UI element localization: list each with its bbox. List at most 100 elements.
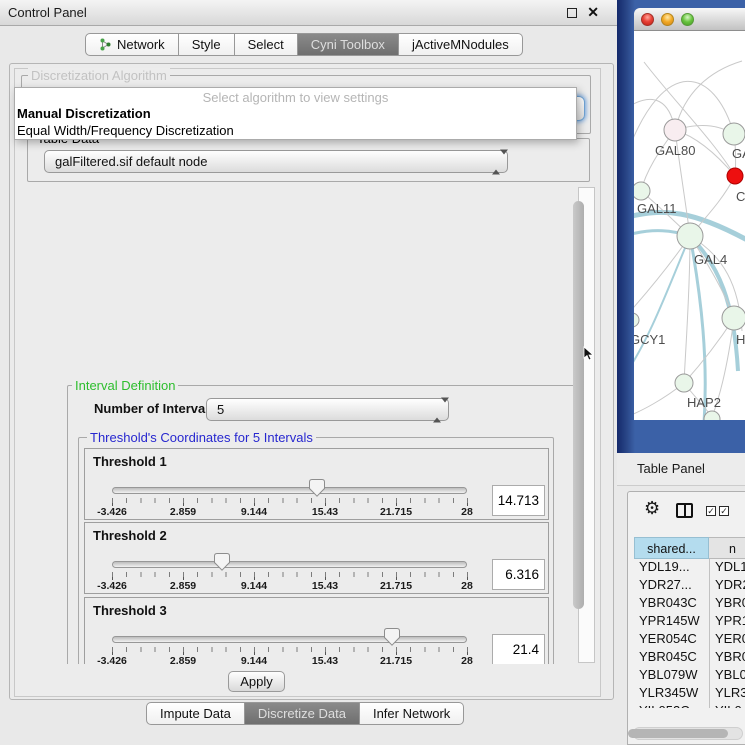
cell-name: YLR3 <box>709 685 745 700</box>
tab-style[interactable]: Style <box>179 33 235 56</box>
network-node-hap2[interactable] <box>675 374 693 392</box>
scale-label: 15.43 <box>312 580 338 592</box>
tab-select[interactable]: Select <box>235 33 298 56</box>
cell-name: YIL0 <box>709 703 742 708</box>
cyni-bottom-tabbar: Impute Data Discretize Data Infer Networ… <box>146 702 464 725</box>
slider-thumb[interactable] <box>384 628 400 646</box>
slider-track[interactable] <box>112 561 467 568</box>
network-node-gal80[interactable] <box>664 119 686 141</box>
network-node-gal11[interactable] <box>634 182 650 200</box>
split-table-icon[interactable] <box>676 503 693 518</box>
network-node-gal4[interactable] <box>677 223 703 249</box>
close-icon[interactable]: ✕ <box>587 4 599 21</box>
tab-cyni-toolbox[interactable]: Cyni Toolbox <box>298 33 399 56</box>
threshold-2-slider[interactable]: -3.426 2.859 9.144 15.43 21.715 28 <box>112 553 467 595</box>
number-of-intervals-combobox[interactable]: 5 <box>206 398 449 421</box>
table-row[interactable]: YDL19...YDL1 <box>634 559 745 577</box>
scrollbar-thumb[interactable] <box>628 729 728 738</box>
network-window-frame: GAL80 GA CY GAL11 GAL4 GCY1 HA HAP2 <box>617 0 745 453</box>
table-panel-title: Table Panel <box>637 453 705 485</box>
node-label-gal11: GAL11 <box>637 201 677 216</box>
table-row[interactable]: YBR043CYBR0 <box>634 595 745 613</box>
scale-label: 9.144 <box>241 655 267 664</box>
threshold-3-panel: Threshold 3 -3.426 2.859 9.144 15.43 21.… <box>84 597 549 664</box>
table-row[interactable]: YLR345WYLR3 <box>634 685 745 703</box>
scale-label: 15.43 <box>312 655 338 664</box>
dropdown-option-equal-width[interactable]: Equal Width/Frequency Discretization <box>15 122 576 139</box>
cell-shared-name: YDR27... <box>634 577 709 592</box>
tab-impute-data[interactable]: Impute Data <box>146 702 245 725</box>
network-node-selected-red[interactable] <box>727 168 743 184</box>
mac-close-button[interactable] <box>641 13 654 26</box>
table-row[interactable]: YPR145WYPR1 <box>634 613 745 631</box>
slider-thumb[interactable] <box>309 479 325 497</box>
scale-label: 21.715 <box>380 580 412 592</box>
slider-track[interactable] <box>112 636 467 643</box>
apply-button[interactable]: Apply <box>228 671 285 692</box>
threshold-2-panel: Threshold 2 -3.426 2.859 9.144 15.43 21.… <box>84 522 549 594</box>
node-label-partial-cy: CY <box>736 189 745 204</box>
cell-shared-name: YIL052C <box>634 703 709 708</box>
dropdown-option-manual[interactable]: Manual Discretization <box>15 105 576 122</box>
stepper-arrows-icon <box>492 154 500 169</box>
cell-name: YBL0 <box>709 667 745 682</box>
scale-label: 28 <box>461 580 473 592</box>
mac-zoom-button[interactable] <box>681 13 694 26</box>
slider-ticks <box>112 647 468 655</box>
tab-jactivemnodules[interactable]: jActiveMNodules <box>399 33 523 56</box>
settings-vertical-scrollbar[interactable] <box>578 187 595 663</box>
threshold-value-field[interactable]: 14.713 <box>492 485 545 516</box>
scale-label: 28 <box>461 655 473 664</box>
network-node-partial-bottom[interactable] <box>704 411 720 420</box>
scale-label: 21.715 <box>380 655 412 664</box>
scale-label: 2.859 <box>170 506 196 518</box>
tab-infer-network[interactable]: Infer Network <box>360 702 464 725</box>
settings-scroll-area: Interval Definition Number of Intervals … <box>21 186 577 664</box>
slider-track[interactable] <box>112 487 467 494</box>
network-node-partial-ga[interactable] <box>723 123 745 145</box>
table-horizontal-scrollbar[interactable] <box>633 727 743 740</box>
table-row[interactable]: YBL079WYBL0 <box>634 667 745 685</box>
scale-label: 2.859 <box>170 580 196 592</box>
tab-label: Infer Network <box>373 703 450 724</box>
cell-shared-name: YDL19... <box>634 559 709 574</box>
float-window-icon[interactable] <box>567 8 577 18</box>
network-window-titlebar[interactable] <box>634 8 745 31</box>
control-panel-tabbar: Network Style Select Cyni Toolbox jActiv… <box>85 33 523 56</box>
tab-discretize-data[interactable]: Discretize Data <box>245 702 360 725</box>
scale-label: 2.859 <box>170 655 196 664</box>
tab-label: Discretize Data <box>258 703 346 724</box>
table-row[interactable]: YBR045CYBR0 <box>634 649 745 667</box>
tab-network[interactable]: Network <box>85 33 179 56</box>
cell-shared-name: YBR045C <box>634 649 709 664</box>
network-node-partial-ha[interactable] <box>722 306 745 330</box>
table-data-combobox[interactable]: galFiltered.sif default node <box>44 150 508 173</box>
checkbox-icon[interactable]: ✓ <box>719 506 729 516</box>
slider-thumb[interactable] <box>214 553 230 571</box>
slider-ticks <box>112 572 468 580</box>
scrollbar-thumb[interactable] <box>573 201 584 609</box>
threshold-value-field[interactable]: 21.4 <box>492 634 545 664</box>
threshold-3-slider[interactable]: -3.426 2.859 9.144 15.43 21.715 28 <box>112 628 467 664</box>
scale-label: -3.426 <box>97 580 127 592</box>
table-row[interactable]: YDR27...YDR2 <box>634 577 745 595</box>
threshold-value-field[interactable]: 6.316 <box>492 559 545 590</box>
group-label: Interval Definition <box>72 378 178 393</box>
cell-shared-name: YER054C <box>634 631 709 646</box>
table-row[interactable]: YIL052CYIL0 <box>634 703 745 708</box>
column-header-name[interactable]: n <box>709 537 745 559</box>
network-view-canvas[interactable]: GAL80 GA CY GAL11 GAL4 GCY1 HA HAP2 <box>634 31 745 420</box>
mac-minimize-button[interactable] <box>661 13 674 26</box>
column-header-shared-name[interactable]: shared... <box>634 537 709 559</box>
combobox-value: 5 <box>217 399 224 420</box>
tab-label: Network <box>117 34 165 55</box>
checkbox-icon[interactable]: ✓ <box>706 506 716 516</box>
control-panel-titlebar: Control Panel ✕ <box>0 0 617 26</box>
slider-ticks <box>112 498 468 506</box>
table-row[interactable]: YER054CYER0 <box>634 631 745 649</box>
mouse-cursor <box>583 346 594 361</box>
gear-icon[interactable]: ⚙ <box>644 498 660 518</box>
node-label-gal80: GAL80 <box>655 143 695 158</box>
network-node-gcy1[interactable] <box>634 313 639 327</box>
threshold-1-slider[interactable]: -3.426 2.859 9.144 15.43 21.715 28 <box>112 479 467 521</box>
